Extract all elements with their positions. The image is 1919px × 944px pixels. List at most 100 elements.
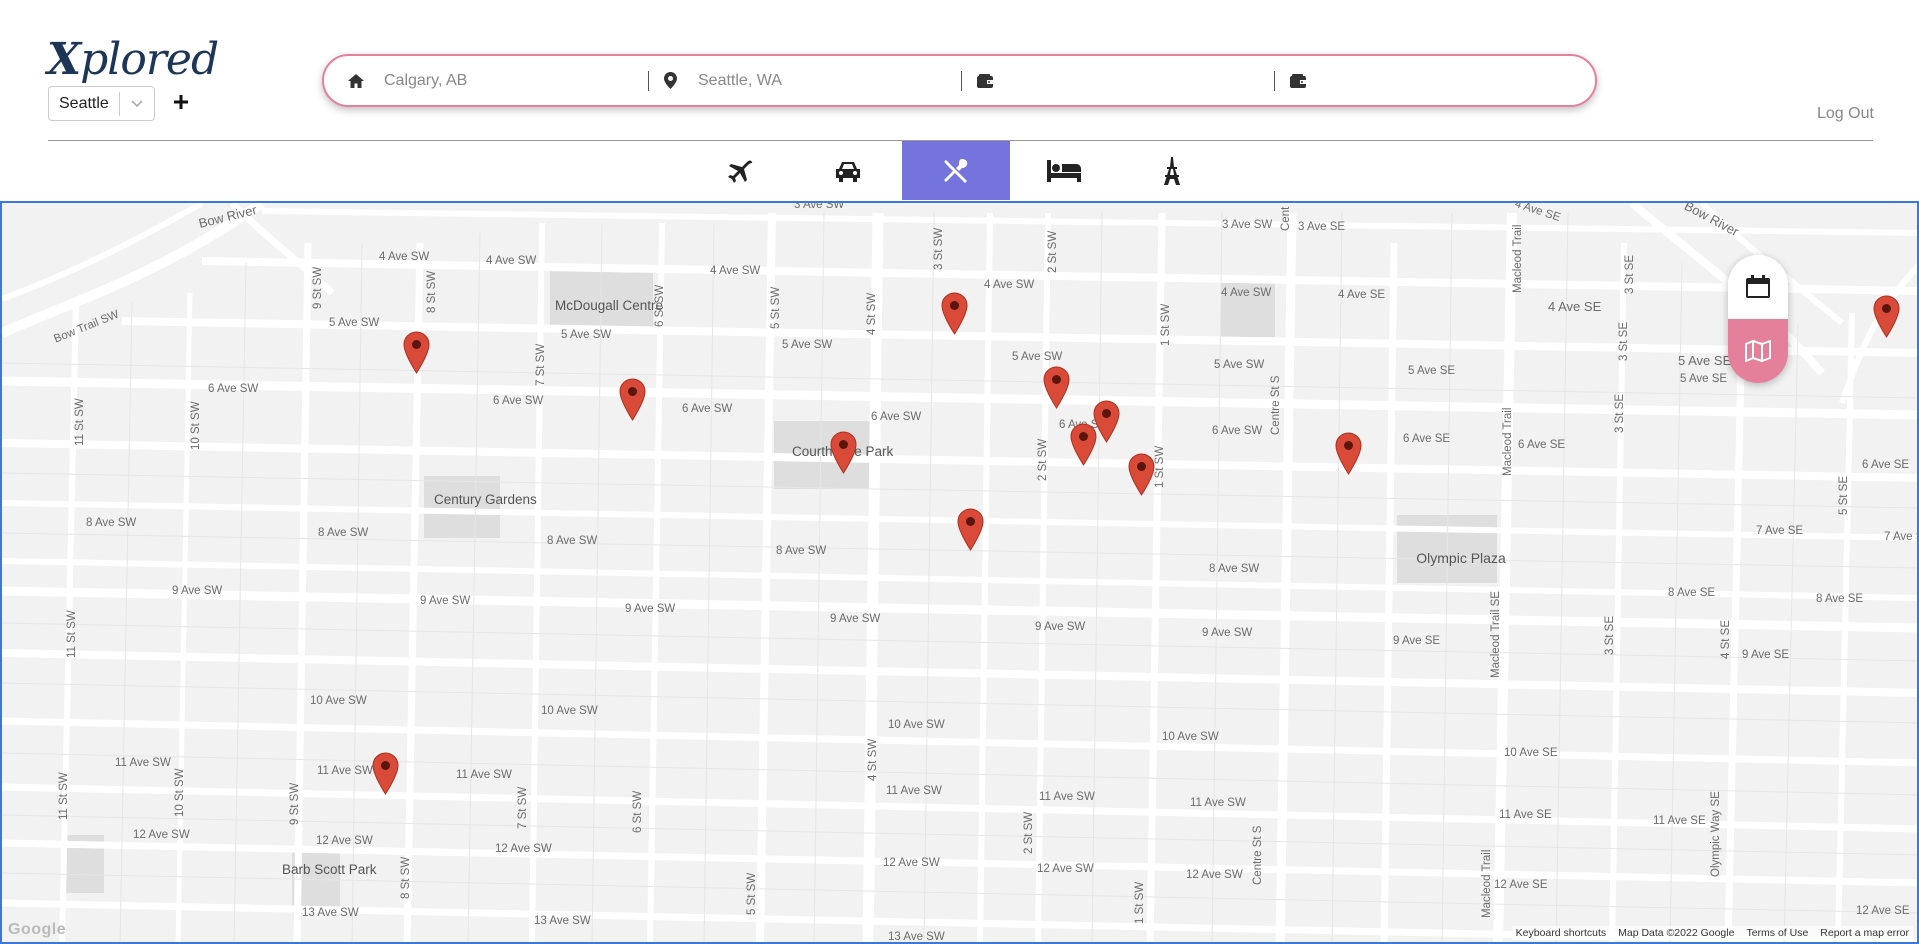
google-logo: Google	[8, 921, 67, 938]
map-marker-icon[interactable]	[830, 431, 857, 474]
end-date-segment	[1288, 56, 1558, 105]
street-label: 11 Ave SW	[317, 765, 373, 777]
trip-search-bar	[322, 54, 1597, 107]
map-marker-icon[interactable]	[403, 331, 430, 374]
street-label: 3 St SW	[933, 227, 945, 270]
report-error-link[interactable]: Report a map error	[1820, 927, 1909, 939]
street-label: 3 Ave SW	[794, 201, 845, 211]
end-date-input[interactable]	[1324, 70, 1558, 91]
terms-link[interactable]: Terms of Use	[1746, 927, 1808, 939]
street-label: 5 Ave SW	[1012, 351, 1063, 363]
keyboard-shortcuts-link[interactable]: Keyboard shortcuts	[1516, 927, 1606, 939]
street-label: 7 St SW	[517, 786, 529, 829]
street-label: 2 St SW	[1037, 438, 1049, 481]
street-label: 10 Ave SE	[1504, 747, 1558, 759]
origin-input[interactable]	[382, 70, 616, 91]
start-date-input[interactable]	[1011, 70, 1245, 91]
street-label: 12 Ave SW	[883, 857, 940, 869]
category-tabs	[686, 141, 1226, 200]
place-label: McDougall Centre	[555, 298, 664, 313]
street-label: Olympic Way SE	[1710, 791, 1722, 877]
street-label: 9 Ave SE	[1742, 649, 1790, 661]
city-select[interactable]: Seattle	[48, 86, 155, 121]
tab-food[interactable]	[902, 141, 1010, 200]
map-marker-icon[interactable]	[1128, 453, 1155, 496]
map-marker-icon[interactable]	[1335, 432, 1362, 475]
map-marker-icon[interactable]	[619, 378, 646, 421]
map-icon	[1745, 340, 1771, 362]
map-marker-icon[interactable]	[941, 292, 968, 335]
street-label: 4 Ave SE	[1338, 289, 1386, 301]
street-label: 11 Ave SE	[1499, 809, 1552, 821]
map-marker-icon[interactable]	[372, 752, 399, 795]
street-label: 6 Ave SW	[493, 395, 544, 407]
street-label: 6 Ave SW	[208, 383, 259, 395]
origin-segment	[346, 56, 616, 105]
street-label: 12 Ave SW	[1186, 869, 1243, 881]
street-label: 4 Ave SW	[379, 251, 430, 263]
street-label: Centre St S	[1270, 375, 1282, 435]
map-marker-icon[interactable]	[1093, 400, 1120, 443]
street-label: 12 Ave SW	[316, 835, 373, 847]
tab-attractions[interactable]	[1118, 141, 1226, 200]
street-label: 7 St SW	[535, 343, 547, 386]
street-label: 3 Ave SW	[1222, 219, 1273, 231]
map-marker-icon[interactable]	[1043, 366, 1070, 409]
map-marker-icon[interactable]	[957, 508, 984, 551]
logout-link[interactable]: Log Out	[1817, 105, 1874, 123]
street-label: 3 Ave SE	[1298, 221, 1346, 233]
street-label: 11 Ave SE	[1653, 815, 1706, 827]
street-label: 8 St SW	[426, 270, 438, 313]
logo-x: X	[47, 34, 81, 85]
plus-icon[interactable]	[173, 88, 189, 114]
tab-flights[interactable]	[686, 141, 794, 200]
street-label: 8 Ave SE	[1816, 593, 1864, 605]
street-label: Macleod Trail	[1512, 224, 1524, 293]
street-label: 6 Ave SW	[682, 403, 733, 415]
street-label: 5 St SW	[746, 872, 758, 915]
tab-hotels[interactable]	[1010, 141, 1118, 200]
street-label: 10 Ave SW	[1162, 731, 1219, 743]
calendar-icon	[1746, 275, 1770, 298]
street-label: 12 Ave SE	[1494, 879, 1548, 891]
street-label: 6 Ave SE	[1862, 459, 1910, 471]
street-label: 8 Ave SW	[776, 545, 827, 557]
street-label: 6 Ave SW	[1212, 425, 1263, 437]
street-label: 9 Ave SW	[1035, 621, 1086, 633]
street-label: 12 Ave SW	[133, 829, 190, 841]
street-label: 3 St SE	[1618, 322, 1630, 361]
street-label: 1 St SW	[1134, 881, 1146, 924]
street-label: 11 Ave SW	[1039, 791, 1095, 803]
street-label: 8 St SW	[400, 856, 412, 899]
street-label: Centre St S	[1252, 825, 1264, 885]
street-label: 2 St SW	[1023, 811, 1035, 854]
map-pin-icon	[660, 72, 680, 89]
street-label: 6 Ave SE	[1518, 439, 1566, 451]
street-label: 8 Ave SW	[86, 517, 137, 529]
street-label: 5 Ave SE	[1678, 353, 1732, 368]
street-label: 4 St SE	[1720, 620, 1732, 659]
car-icon	[836, 161, 860, 182]
map-attribution: Keyboard shortcuts Map Data ©2022 Google…	[1511, 926, 1913, 940]
destination-input[interactable]	[696, 70, 930, 91]
destination-segment	[660, 56, 930, 105]
tab-car[interactable]	[794, 141, 902, 200]
street-label: Macleod Trail	[1481, 849, 1493, 918]
street-label: 11 Ave SW	[886, 785, 942, 797]
calendar-view-button[interactable]	[1728, 255, 1788, 319]
street-label: 7 Ave SE	[1756, 525, 1804, 537]
bed-icon	[1047, 159, 1081, 182]
map-marker-icon[interactable]	[1873, 295, 1900, 338]
street-label: 9 Ave SW	[1202, 627, 1253, 639]
app-logo[interactable]: Xplored	[47, 34, 219, 85]
map-marker-icon[interactable]	[1070, 423, 1097, 466]
street-label: 7 Ave SE	[1884, 531, 1917, 543]
street-label: 2 St SW	[1047, 230, 1059, 273]
street-label: 8 Ave SE	[1668, 587, 1716, 599]
map-view-button[interactable]	[1728, 319, 1788, 383]
street-label: 9 Ave SW	[830, 613, 881, 625]
chevron-down-icon[interactable]	[120, 96, 154, 111]
map-view[interactable]: Bow River Bow River Bow Trail SW 3 Ave S…	[0, 201, 1919, 944]
utensils-icon	[944, 158, 968, 183]
street-label: 1 St SW	[1154, 445, 1166, 488]
